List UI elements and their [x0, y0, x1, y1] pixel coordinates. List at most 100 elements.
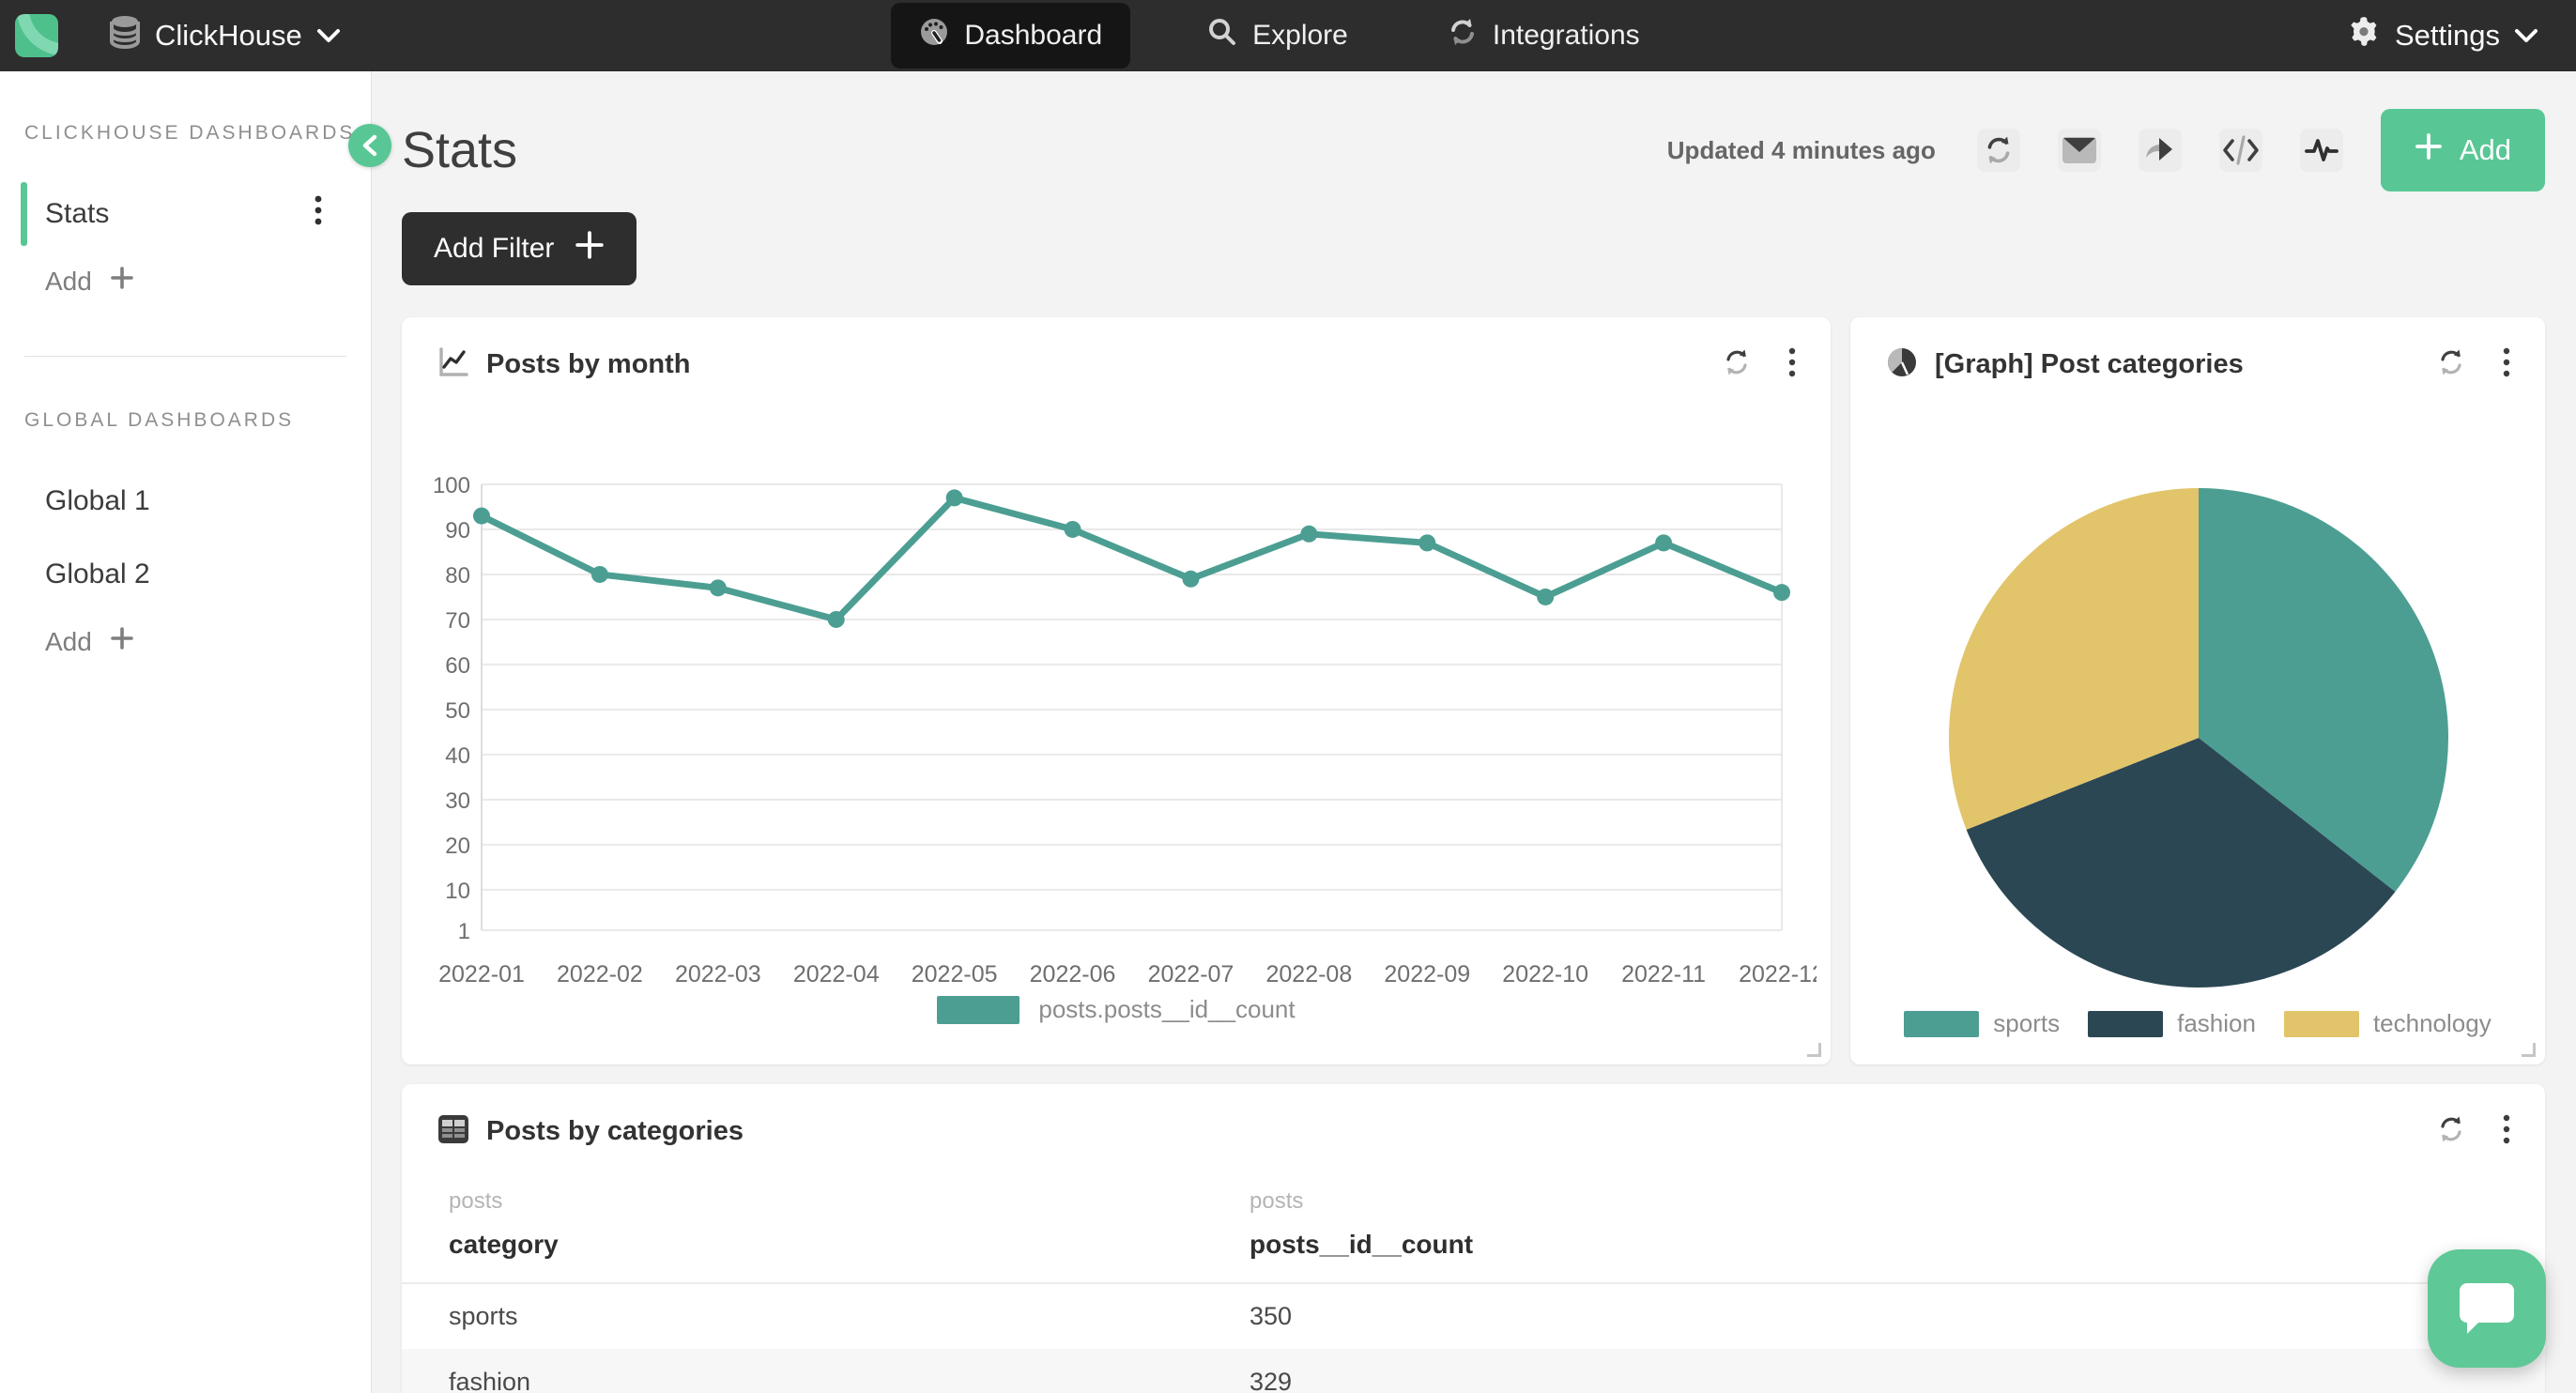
chat-bubble-icon	[2456, 1279, 2518, 1338]
tile-resize-handle[interactable]	[2522, 1043, 2536, 1057]
add-filter-button[interactable]: Add Filter	[402, 212, 636, 285]
tab-label: Explore	[1252, 20, 1348, 52]
x-axis-tick-label: 2022-04	[793, 961, 880, 987]
sidebar-item-global-2[interactable]: Global 2	[0, 543, 371, 606]
add-filter-label: Add Filter	[434, 233, 554, 265]
sidebar-item-label: Global 1	[45, 485, 150, 517]
legend-item-fashion[interactable]: fashion	[2088, 1009, 2256, 1038]
y-axis-tick-label: 60	[445, 653, 470, 679]
table-cell: fashion	[402, 1349, 1203, 1393]
legend-swatch	[1904, 1011, 1979, 1037]
x-axis-tick-label: 2022-05	[912, 961, 998, 987]
table-row: fashion329	[402, 1349, 2545, 1393]
column-header-posts-id-count: posts posts__id__count	[1203, 1173, 2545, 1283]
add-tile-button[interactable]: Add	[2381, 109, 2545, 191]
plus-icon	[109, 265, 135, 298]
kebab-menu-icon[interactable]	[1787, 345, 1797, 384]
sidebar-section-title: GLOBAL DASHBOARDS	[24, 409, 371, 432]
plus-icon	[575, 230, 605, 268]
add-label: Add	[45, 267, 92, 297]
chevron-down-icon	[316, 19, 341, 53]
card-posts-by-categories: Posts by categories posts ca	[402, 1084, 2545, 1393]
email-share-button[interactable]	[2058, 129, 2101, 172]
tile-resize-handle[interactable]	[1807, 1043, 1821, 1057]
line-chart-icon	[437, 346, 469, 383]
data-point	[591, 566, 608, 583]
card-title: Posts by month	[486, 349, 691, 380]
data-point	[1537, 589, 1554, 605]
chat-widget-button[interactable]	[2428, 1249, 2546, 1368]
refresh-dashboard-button[interactable]	[1977, 129, 2020, 172]
refresh-tile-icon[interactable]	[1722, 347, 1752, 382]
legend-swatch	[2284, 1011, 2359, 1037]
app-logo[interactable]	[15, 14, 58, 57]
table-cell: sports	[402, 1283, 1203, 1349]
legend-item-sports[interactable]: sports	[1904, 1009, 2060, 1038]
project-switcher[interactable]: ClickHouse	[109, 15, 341, 56]
embed-code-button[interactable]	[2219, 129, 2262, 172]
sidebar-item-stats[interactable]: Stats	[0, 182, 371, 246]
share-forward-button[interactable]	[2139, 129, 2182, 172]
data-point	[1418, 534, 1435, 551]
settings-menu[interactable]: Settings	[2347, 15, 2538, 56]
y-axis-tick-label: 30	[445, 788, 470, 814]
sync-icon	[1448, 17, 1478, 54]
legend-item-technology[interactable]: technology	[2284, 1009, 2492, 1038]
refresh-tile-icon[interactable]	[2436, 1114, 2466, 1149]
x-axis-tick-label: 2022-08	[1265, 961, 1352, 987]
tab-dashboard[interactable]: Dashboard	[891, 3, 1130, 69]
sidebar-item-label: Global 2	[45, 559, 150, 590]
table-cell: 350	[1203, 1283, 2545, 1349]
column-group-label: posts	[1250, 1188, 2545, 1215]
data-point	[946, 489, 963, 506]
data-point	[473, 508, 490, 525]
y-axis-tick-label: 50	[445, 698, 470, 724]
series-line	[482, 498, 1782, 620]
gear-icon	[2347, 15, 2381, 56]
posts-by-month-line-chart: 11020304050607080901002022-012022-022022…	[416, 456, 1817, 1057]
add-dashboard-button[interactable]: Add	[45, 265, 371, 298]
legend-label: technology	[2373, 1009, 2492, 1038]
card-post-categories: [Graph] Post categories sports	[1850, 317, 2545, 1064]
tab-label: Dashboard	[964, 20, 1102, 52]
data-point	[1773, 584, 1790, 601]
plus-icon	[2415, 132, 2443, 168]
sidebar-collapse-button[interactable]	[348, 124, 391, 167]
y-axis-tick-label: 20	[445, 834, 470, 859]
dashboards-sidebar: CLICKHOUSE DASHBOARDS Stats Add GLOBAL D…	[0, 71, 372, 1393]
tab-label: Integrations	[1493, 20, 1640, 52]
database-icon	[109, 15, 141, 56]
table-cell: 329	[1203, 1349, 2545, 1393]
kebab-menu-icon[interactable]	[314, 193, 323, 235]
brand-label: ClickHouse	[155, 19, 302, 53]
line-chart-legend[interactable]: posts.posts__id__count	[402, 995, 1831, 1024]
data-point	[1300, 526, 1317, 543]
kebab-menu-icon[interactable]	[2502, 1112, 2511, 1151]
column-header-category: posts category	[402, 1173, 1203, 1283]
add-global-dashboard-button[interactable]: Add	[45, 625, 371, 658]
tab-explore[interactable]: Explore	[1185, 3, 1371, 69]
tab-integrations[interactable]: Integrations	[1425, 3, 1663, 69]
card-posts-by-month: Posts by month 1102030405060708090100202…	[402, 317, 1831, 1064]
plus-icon	[109, 625, 135, 658]
x-axis-tick-label: 2022-12	[1739, 961, 1817, 987]
x-axis-tick-label: 2022-09	[1384, 961, 1470, 987]
legend-swatch	[937, 996, 1020, 1024]
y-axis-tick-label: 10	[445, 879, 470, 904]
x-axis-tick-label: 2022-03	[675, 961, 761, 987]
page-title: Stats	[402, 121, 517, 179]
sidebar-section-title: CLICKHOUSE DASHBOARDS	[24, 122, 371, 145]
y-axis-tick-label: 80	[445, 563, 470, 589]
dashboard-main: Stats Updated 4 minutes ago	[372, 71, 2576, 1393]
y-axis-tick-label: 1	[458, 919, 470, 944]
data-point	[1655, 534, 1672, 551]
sidebar-item-global-1[interactable]: Global 1	[0, 469, 371, 533]
activity-pulse-button[interactable]	[2300, 129, 2343, 172]
x-axis-tick-label: 2022-11	[1621, 961, 1706, 987]
x-axis-tick-label: 2022-02	[557, 961, 643, 987]
table-icon	[437, 1114, 469, 1149]
chevron-down-icon	[2514, 19, 2538, 53]
x-axis-tick-label: 2022-01	[438, 961, 525, 987]
settings-label: Settings	[2395, 19, 2500, 53]
sidebar-divider	[24, 356, 346, 357]
